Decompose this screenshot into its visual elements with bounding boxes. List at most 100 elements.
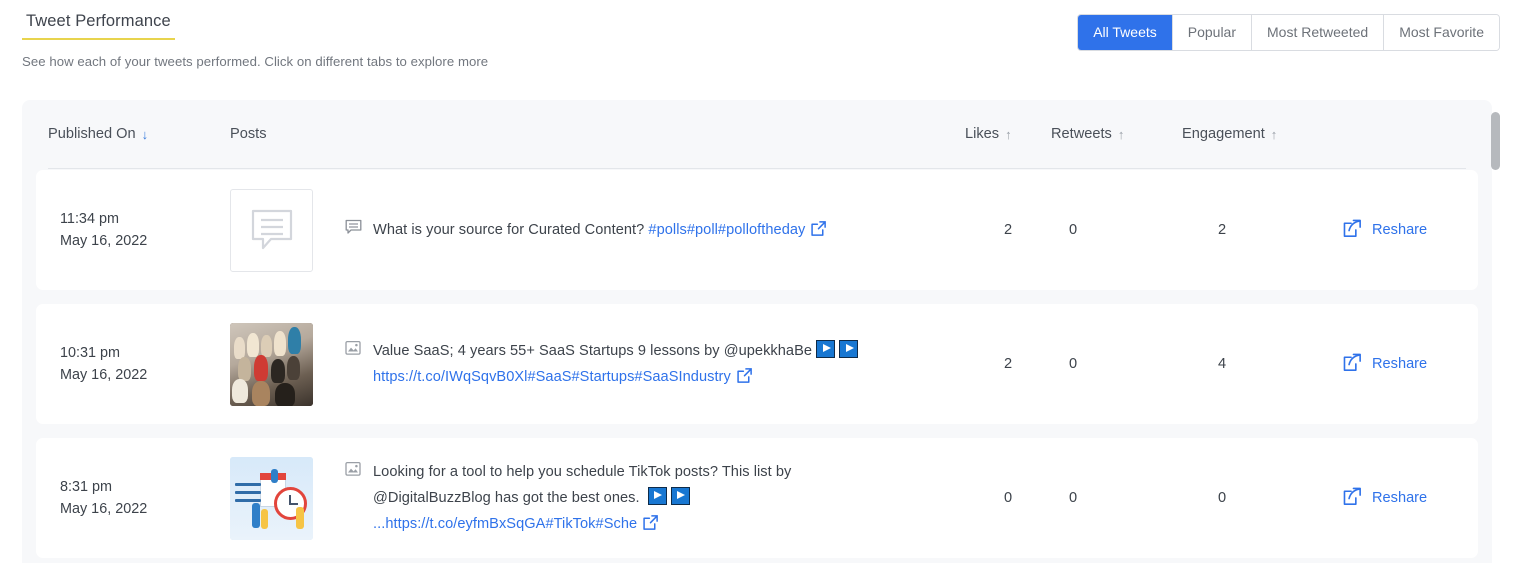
column-label-retweets: Retweets	[1051, 126, 1112, 142]
illustration-text-lines	[235, 482, 261, 507]
cell-likes: 0	[965, 490, 1051, 506]
post-text-plain: Looking for a tool to help you schedule …	[373, 463, 792, 506]
cell-retweets: 0	[1051, 490, 1182, 506]
cell-engagement: 4	[1182, 356, 1342, 372]
table-row[interactable]: 8:31 pm May 16, 2022 Looking for a tool …	[36, 438, 1478, 558]
row-time: 11:34 pm	[60, 211, 119, 227]
cell-engagement: 0	[1182, 490, 1342, 506]
cell-thumbnail	[230, 188, 345, 272]
column-label-engagement: Engagement	[1182, 126, 1265, 142]
row-time: 8:31 pm	[60, 479, 112, 495]
retweets-value: 0	[1069, 356, 1078, 372]
photo-people-image	[230, 322, 313, 406]
retweets-value: 0	[1069, 490, 1078, 506]
reshare-button[interactable]: Reshare	[1342, 486, 1427, 511]
tab-all-tweets[interactable]: All Tweets	[1078, 15, 1173, 50]
table-header: Published On ↓ Posts Likes ↑ Retweets ↑ …	[22, 100, 1492, 170]
engagement-value: 4	[1218, 356, 1227, 372]
column-header-published-on[interactable]: Published On ↓	[48, 126, 230, 142]
reshare-icon	[1342, 352, 1363, 377]
table-row[interactable]: 11:34 pm May 16, 2022 What is your sourc…	[36, 170, 1478, 290]
page-subtitle: See how each of your tweets performed. C…	[22, 54, 489, 69]
column-header-retweets[interactable]: Retweets ↑	[1051, 126, 1182, 142]
cell-likes: 2	[965, 356, 1051, 372]
cell-retweets: 0	[1051, 222, 1182, 238]
tab-most-retweeted[interactable]: Most Retweeted	[1252, 15, 1385, 50]
post-text-plain: What is your source for Curated Content?	[373, 221, 649, 238]
page-header: Tweet Performance See how each of your t…	[0, 0, 1514, 88]
cell-thumbnail	[230, 456, 345, 540]
column-header-likes[interactable]: Likes ↑	[965, 126, 1051, 142]
engagement-value: 2	[1218, 222, 1227, 238]
cell-actions: Reshare	[1342, 352, 1469, 377]
column-header-engagement[interactable]: Engagement ↑	[1182, 126, 1342, 142]
retweets-value: 0	[1069, 222, 1078, 238]
cell-post: Value SaaS; 4 years 55+ SaaS Startups 9 …	[345, 336, 965, 393]
cell-actions: Reshare	[1342, 486, 1469, 511]
post-link[interactable]: https://t.co/IWqSqvB0Xl	[373, 369, 527, 385]
sort-desc-icon[interactable]: ↓	[142, 128, 149, 141]
sort-asc-icon[interactable]: ↑	[1005, 128, 1012, 141]
table-row[interactable]: 10:31 pm May 16, 2022 Value SaaS; 4 year…	[36, 304, 1478, 424]
likes-value: 2	[1003, 222, 1013, 238]
reshare-icon	[1342, 218, 1363, 243]
post-text: Looking for a tool to help you schedule …	[373, 459, 843, 540]
play-icon[interactable]	[839, 339, 859, 358]
cell-thumbnail	[230, 322, 345, 406]
image-icon	[345, 338, 373, 361]
cell-published-on: 10:31 pm May 16, 2022	[48, 342, 230, 386]
row-date: May 16, 2022	[60, 501, 148, 517]
tab-most-favorite[interactable]: Most Favorite	[1384, 15, 1499, 50]
reshare-button[interactable]: Reshare	[1342, 218, 1427, 243]
poll-placeholder-icon	[251, 209, 292, 250]
external-link-icon[interactable]	[810, 220, 827, 246]
image-icon	[345, 459, 373, 482]
post-link-hashtags[interactable]: #TikTok#Sche	[545, 516, 637, 532]
column-label-likes: Likes	[965, 126, 1000, 142]
cell-retweets: 0	[1051, 356, 1182, 372]
page-title-wrap: Tweet Performance	[22, 12, 175, 40]
reshare-button[interactable]: Reshare	[1342, 352, 1427, 377]
page-title: Tweet Performance	[22, 12, 175, 40]
vertical-scrollbar[interactable]	[1491, 100, 1500, 563]
cell-post: Looking for a tool to help you schedule …	[345, 457, 965, 540]
reshare-label: Reshare	[1372, 222, 1428, 238]
cell-likes: 2	[965, 222, 1051, 238]
external-link-icon[interactable]	[736, 367, 753, 393]
cell-published-on: 11:34 pm May 16, 2022	[48, 208, 230, 252]
row-date: May 16, 2022	[60, 367, 148, 383]
schedule-illustration-image	[230, 456, 313, 540]
post-text-plain: Value SaaS; 4 years 55+ SaaS Startups 9 …	[373, 342, 813, 359]
cell-engagement: 2	[1182, 222, 1342, 238]
row-date: May 16, 2022	[60, 233, 148, 249]
reshare-label: Reshare	[1372, 356, 1428, 372]
likes-value: 0	[1003, 490, 1013, 506]
comment-icon	[345, 217, 373, 241]
tab-popular[interactable]: Popular	[1172, 15, 1253, 50]
sort-asc-icon[interactable]: ↑	[1118, 128, 1125, 141]
post-thumbnail-photo[interactable]	[230, 322, 313, 406]
external-link-icon[interactable]	[642, 514, 659, 540]
post-thumbnail-illustration[interactable]	[230, 456, 313, 540]
cell-published-on: 8:31 pm May 16, 2022	[48, 476, 230, 520]
cell-post: What is your source for Curated Content?…	[345, 215, 965, 246]
scrollbar-thumb[interactable]	[1491, 112, 1500, 170]
reshare-label: Reshare	[1372, 490, 1428, 506]
likes-value: 2	[1003, 356, 1013, 372]
play-icon[interactable]	[670, 486, 690, 505]
table-body: 11:34 pm May 16, 2022 What is your sourc…	[22, 170, 1492, 558]
tweet-performance-page: Tweet Performance See how each of your t…	[0, 0, 1514, 563]
post-hashtags[interactable]: #polls#poll#polloftheday	[648, 222, 805, 238]
post-thumbnail-placeholder[interactable]	[230, 188, 313, 272]
cell-actions: Reshare	[1342, 218, 1469, 243]
tab-group: All Tweets Popular Most Retweeted Most F…	[1077, 14, 1500, 51]
row-time: 10:31 pm	[60, 345, 121, 361]
post-link[interactable]: ...https://t.co/eyfmBxSqGA	[373, 516, 545, 532]
play-icon[interactable]	[816, 339, 836, 358]
play-icon[interactable]	[647, 486, 667, 505]
post-link-hashtags[interactable]: #SaaS#Startups#SaaSIndustry	[527, 369, 730, 385]
column-label-published-on: Published On	[48, 126, 136, 142]
column-header-posts[interactable]: Posts	[230, 126, 965, 142]
column-label-posts: Posts	[230, 126, 267, 142]
sort-asc-icon[interactable]: ↑	[1271, 128, 1278, 141]
